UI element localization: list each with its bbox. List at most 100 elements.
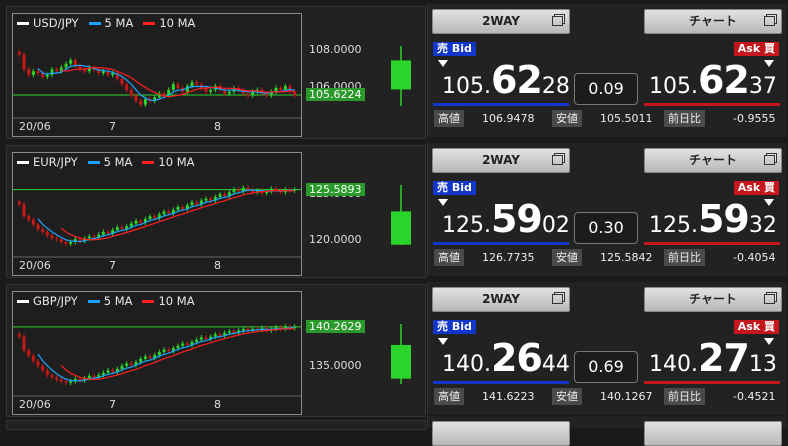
candle-body xyxy=(64,241,68,244)
candle-body xyxy=(101,231,105,235)
chart-panel-partial xyxy=(6,420,426,430)
candle-body xyxy=(246,187,250,190)
ask-price[interactable]: 140.2713 xyxy=(649,336,777,380)
legend-ma10-label: 10 MA xyxy=(159,16,196,30)
candle-body xyxy=(101,71,105,74)
chart-button[interactable] xyxy=(644,421,782,446)
bid-price-big-figure: 125. xyxy=(442,213,491,238)
legend-ma5-label: 5 MA xyxy=(103,294,133,308)
chart-button[interactable]: チャート xyxy=(644,148,782,173)
candle-body xyxy=(237,189,241,192)
candle-body xyxy=(227,91,231,94)
ask-underline xyxy=(644,242,780,245)
candle-body xyxy=(176,207,180,210)
2way-button[interactable]: 2WAY xyxy=(432,148,570,173)
low-value: 105.5011 xyxy=(600,112,653,125)
candle-body xyxy=(36,224,40,230)
ask-tag: Ask 買 xyxy=(733,42,779,56)
bid-price[interactable]: 140.2644 xyxy=(442,336,570,380)
low-label: 安値 xyxy=(552,249,582,266)
chart-panel[interactable]: GBP/JPY 5 MA 10 MA 20/06 7 8 135.0000 14… xyxy=(6,284,426,417)
candle-body xyxy=(69,381,73,383)
candle-body xyxy=(69,60,73,64)
ask-price[interactable]: 125.5932 xyxy=(649,197,777,241)
candle-body xyxy=(190,82,194,87)
2way-button-label: 2WAY xyxy=(482,14,520,28)
candle-body xyxy=(64,381,68,383)
2way-button[interactable] xyxy=(432,421,570,446)
candle-body xyxy=(22,54,26,70)
candle-body xyxy=(171,84,175,90)
candle-body xyxy=(190,202,194,206)
mini-chart[interactable]: EUR/JPY 5 MA 10 MA 20/06 7 8 xyxy=(12,152,302,276)
chart-button-label: チャート xyxy=(689,153,737,167)
high-value: 106.9478 xyxy=(482,112,535,125)
candle-body xyxy=(41,229,45,232)
candle-body xyxy=(36,361,40,366)
candle-body xyxy=(391,344,411,379)
2way-button-label: 2WAY xyxy=(482,292,520,306)
ask-price-pips: 62 xyxy=(697,58,750,102)
2way-button[interactable]: 2WAY xyxy=(432,287,570,312)
candle-body xyxy=(106,231,110,234)
mini-chart[interactable]: USD/JPY 5 MA 10 MA 20/06 7 8 xyxy=(12,13,302,137)
high-value: 126.7735 xyxy=(482,251,535,264)
2way-button-label: 2WAY xyxy=(482,153,520,167)
chart-panel[interactable]: USD/JPY 5 MA 10 MA 20/06 7 8 108.0000 106… xyxy=(6,6,426,139)
legend-ma5: 5 MA xyxy=(87,294,133,308)
candle-body xyxy=(36,71,40,74)
candle-body xyxy=(181,343,185,346)
legend-pair: EUR/JPY xyxy=(17,155,78,169)
bid-price[interactable]: 105.6228 xyxy=(442,58,570,102)
quote-panel: 2WAY チャート 売 Bid Ask 買 105.6228 105.6237 … xyxy=(427,4,787,137)
chart-button[interactable]: チャート xyxy=(644,9,782,34)
candle-body xyxy=(162,349,166,352)
candle-body xyxy=(87,375,91,379)
quote-panel-partial xyxy=(427,416,787,446)
candle-body xyxy=(148,356,152,359)
candle-body xyxy=(129,89,133,96)
candle-body xyxy=(111,370,115,372)
bid-underline xyxy=(433,242,569,245)
chart-legend: EUR/JPY 5 MA 10 MA xyxy=(17,155,195,169)
bid-price-pips: 26 xyxy=(490,336,543,380)
chart-button[interactable]: チャート xyxy=(644,287,782,312)
daily-candle xyxy=(391,324,411,384)
2way-button[interactable]: 2WAY xyxy=(432,9,570,34)
candle-body xyxy=(181,207,185,209)
popout-window-icon xyxy=(764,155,775,165)
legend-pair-label: GBP/JPY xyxy=(33,294,78,308)
popout-window-icon xyxy=(552,155,563,165)
mini-chart[interactable]: GBP/JPY 5 MA 10 MA 20/06 7 8 xyxy=(12,291,302,415)
ask-price-fraction: 13 xyxy=(748,352,777,377)
chart-canvas xyxy=(13,185,301,258)
chart-panel[interactable]: EUR/JPY 5 MA 10 MA 20/06 7 8 125.0000120… xyxy=(6,145,426,278)
candle-body xyxy=(391,60,411,90)
candle-body xyxy=(59,239,63,242)
candle-body xyxy=(293,91,297,96)
candle-body xyxy=(218,334,222,336)
bid-price[interactable]: 125.5902 xyxy=(442,197,570,241)
ma5-line xyxy=(37,326,295,382)
popout-window-icon xyxy=(764,294,775,304)
legend-pair-label: USD/JPY xyxy=(33,16,79,30)
high-value: 141.6223 xyxy=(482,390,535,403)
legend-ma5-label: 5 MA xyxy=(103,155,133,169)
candle-body xyxy=(232,331,236,333)
chart-button-label: チャート xyxy=(689,14,737,28)
daily-candle xyxy=(391,46,411,106)
currency-row: EUR/JPY 5 MA 10 MA 20/06 7 8 125.0000120… xyxy=(0,141,788,278)
ask-tag: Ask 買 xyxy=(733,181,779,195)
candle-body xyxy=(148,216,152,219)
change-value: -0.4521 xyxy=(733,390,776,403)
candle-body xyxy=(50,69,54,75)
candle-body xyxy=(176,345,180,349)
candle-body xyxy=(27,350,31,356)
legend-ma5: 5 MA xyxy=(88,16,133,30)
candle-body xyxy=(162,211,166,215)
ask-price[interactable]: 105.6237 xyxy=(649,58,777,102)
candle-body xyxy=(283,86,287,90)
popout-window-icon xyxy=(552,16,563,26)
bid-price-pips: 62 xyxy=(490,58,543,102)
bid-tag: 売 Bid xyxy=(433,181,476,195)
